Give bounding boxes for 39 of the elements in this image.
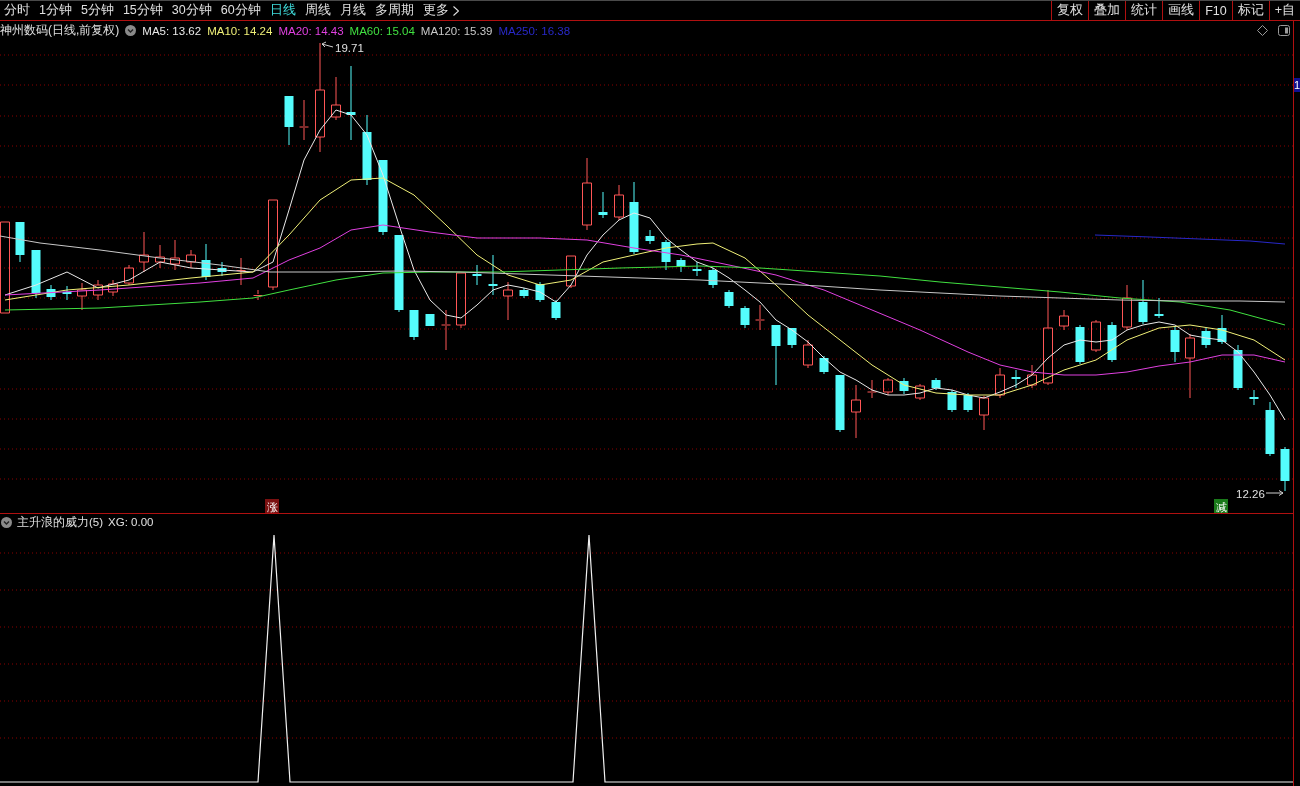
- dropdown-icon[interactable]: [125, 25, 137, 36]
- moving-average-label: MA5: 13.62: [142, 24, 202, 37]
- moving-average-label: MA20: 14.43: [278, 24, 344, 37]
- toolbar-button[interactable]: 标记: [1231, 1, 1269, 20]
- period-tab[interactable]: 5分钟: [76, 1, 118, 20]
- toolbar-button[interactable]: 叠加: [1088, 1, 1126, 20]
- period-tab[interactable]: 分时: [0, 1, 34, 20]
- toolbar-button[interactable]: 复权: [1051, 1, 1089, 20]
- panel-toggle-icon[interactable]: [1278, 25, 1290, 36]
- indicator-title: 主升浪的威力(5): [17, 514, 104, 530]
- chart-title: 神州数码(日线,前复权): [0, 22, 120, 39]
- moving-average-label: MA250: 16.38: [498, 24, 571, 37]
- period-tab[interactable]: 30分钟: [167, 1, 216, 20]
- diamond-icon[interactable]: [1257, 25, 1268, 36]
- price-axis-label: 1: [1294, 78, 1300, 92]
- toolbar-button[interactable]: +自: [1268, 1, 1300, 20]
- low-price-label: 12.26: [1236, 488, 1265, 500]
- toolbar-button[interactable]: F10: [1199, 1, 1232, 20]
- period-tab[interactable]: 15分钟: [118, 1, 167, 20]
- reduce-signal-tag: 减: [1214, 499, 1228, 513]
- leader-arrow: [321, 41, 334, 48]
- period-tab[interactable]: 日线: [265, 1, 300, 20]
- period-tab[interactable]: 60分钟: [216, 1, 265, 20]
- chevron-icon: [452, 5, 459, 16]
- toolbar-button[interactable]: 统计: [1125, 1, 1163, 20]
- leader-arrow: [1265, 490, 1284, 496]
- period-tab[interactable]: 更多: [418, 1, 463, 20]
- indicator-reading: XG: 0.00: [108, 516, 154, 528]
- moving-average-label: MA120: 15.39: [420, 24, 493, 37]
- high-price-label: 19.71: [335, 42, 364, 54]
- period-tab[interactable]: 月线: [335, 1, 370, 20]
- dropdown-icon[interactable]: [1, 516, 12, 528]
- toolbar-button[interactable]: 画线: [1162, 1, 1200, 20]
- period-tab[interactable]: 周线: [300, 1, 335, 20]
- rise-signal-tag: 涨: [265, 499, 279, 513]
- period-tab[interactable]: 1分钟: [35, 1, 76, 20]
- moving-average-label: MA60: 15.04: [349, 24, 415, 37]
- period-tab[interactable]: 多周期: [370, 1, 418, 20]
- moving-average-label: MA10: 14.24: [207, 24, 273, 37]
